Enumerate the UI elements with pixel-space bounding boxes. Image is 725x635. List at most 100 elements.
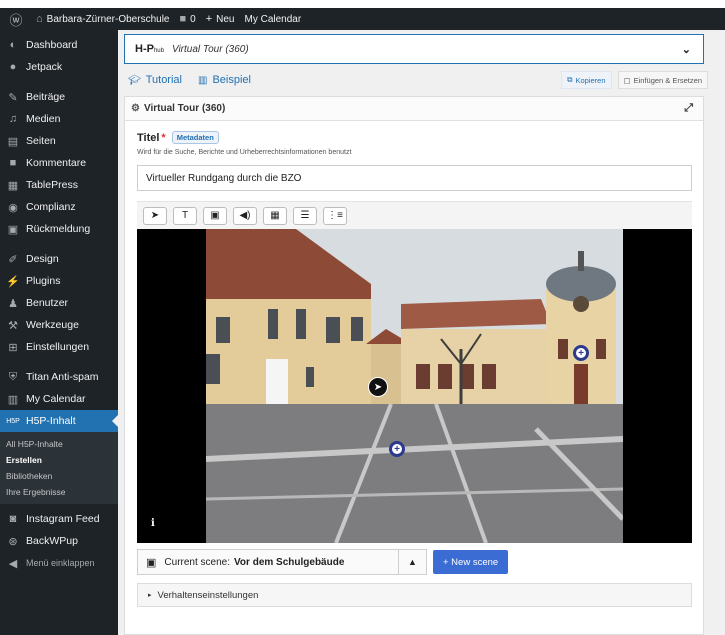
sidebar-item-feedback[interactable]: ▣ Rückmeldung — [0, 218, 118, 240]
pin-icon: ✎ — [8, 91, 18, 104]
sidebar-item-tablepress[interactable]: ▦ TablePress — [0, 174, 118, 196]
brush-icon: ✐ — [8, 253, 18, 266]
chevron-down-icon[interactable]: ⌄ — [682, 43, 691, 56]
collapse-menu-button[interactable]: ◀ Menü einklappen — [0, 552, 118, 574]
settings-icon: ⊞ — [8, 341, 18, 354]
sidebar-item-settings[interactable]: ⊞ Einstellungen — [0, 336, 118, 358]
title-label: Titel — [137, 131, 160, 144]
scene-viewport[interactable]: i + + ➤ — [137, 229, 692, 543]
sidebar-label: BackWPup — [26, 535, 78, 547]
sidebar-item-design[interactable]: ✐ Design — [0, 248, 118, 270]
plus-icon: + — [205, 13, 213, 25]
dashboard-icon: ◐ — [9, 39, 17, 51]
sidebar-item-titan[interactable]: ⛨ Titan Anti-spam — [0, 366, 118, 388]
comments-count: 0 — [190, 13, 196, 25]
info-icon[interactable]: i — [151, 518, 155, 529]
image-tool-icon[interactable]: ▣ — [203, 206, 227, 225]
h5p-icon: H5P — [6, 417, 20, 425]
pages-icon: ▤ — [7, 135, 19, 148]
interaction-hotspot-plus-icon[interactable]: + — [573, 345, 589, 361]
calendar-link[interactable]: My Calendar — [245, 14, 302, 25]
sidebar-item-posts[interactable]: ✎ Beiträge — [0, 86, 118, 108]
behaviour-settings-toggle[interactable]: ▸ Verhaltenseinstellungen — [137, 583, 692, 607]
hub-logo-text: H-P — [135, 43, 154, 55]
example-link[interactable]: ▥ Beispiel — [198, 74, 251, 86]
user-icon: ♟ — [8, 297, 18, 310]
sidebar-item-users[interactable]: ♟ Benutzer — [0, 292, 118, 314]
scene-bar: ▣ Current scene: Vor dem Schulgebäude ▲ … — [137, 549, 692, 575]
fullscreen-icon[interactable]: ⤢ — [684, 102, 693, 115]
media-icon: ♫ — [8, 113, 18, 125]
sidebar-item-backwpup[interactable]: ⊛ BackWPup — [0, 530, 118, 552]
sidebar-item-pages[interactable]: ▤ Seiten — [0, 130, 118, 152]
library-name: Virtual Tour (360) — [171, 43, 249, 55]
editor-panel-header: ⚙ Virtual Tour (360) ⤢ — [125, 97, 703, 121]
sidebar-item-comments[interactable]: ■ Kommentare — [0, 152, 118, 174]
new-content-link[interactable]: + Neu — [206, 13, 235, 25]
title-input[interactable]: Virtueller Rundgang durch die BZO — [137, 165, 692, 191]
sidebar-item-instagram[interactable]: ◙ Instagram Feed — [0, 508, 118, 530]
sidebar-item-tools[interactable]: ⚒ Werkzeuge — [0, 314, 118, 336]
sidebar-label: Medien — [26, 113, 61, 125]
sidebar-label: Benutzer — [26, 297, 69, 309]
tutorial-link[interactable]: 🎓︎ Tutorial — [128, 74, 182, 86]
sidebar-item-calendar[interactable]: ▥ My Calendar — [0, 388, 118, 410]
interaction-hotspot-plus-icon[interactable]: + — [389, 441, 405, 457]
wrench-icon: ⚒ — [8, 319, 18, 332]
paste-label: Einfügen & Ersetzen — [633, 75, 702, 85]
comments-link[interactable]: ■ 0 — [179, 13, 195, 25]
sidebar-label: Kommentare — [26, 157, 87, 169]
complianz-icon: ◉ — [8, 201, 18, 214]
copy-label: Kopieren — [575, 75, 606, 85]
submenu-all-h5p[interactable]: All H5P-Inhalte — [0, 436, 118, 452]
numbered-list-tool-icon[interactable]: ⋮≡ — [323, 206, 347, 225]
image-icon: ▣ — [146, 556, 157, 569]
new-scene-button[interactable]: + New scene — [433, 550, 509, 574]
feedback-icon: ▣ — [7, 223, 19, 236]
sidebar-item-media[interactable]: ♫ Medien — [0, 108, 118, 130]
sidebar-item-dashboard[interactable]: ◐ Dashboard — [0, 34, 118, 56]
sidebar-label: Plugins — [26, 275, 61, 287]
home-icon: ⌂ — [36, 13, 43, 25]
sidebar-label: Instagram Feed — [26, 513, 100, 525]
submenu-libraries[interactable]: Bibliotheken — [0, 468, 118, 484]
sidebar-item-complianz[interactable]: ◉ Complianz — [0, 196, 118, 218]
top-strip — [0, 0, 725, 8]
sidebar-label: Werkzeuge — [26, 319, 79, 331]
text-tool-icon[interactable]: T — [173, 206, 197, 225]
paste-replace-button[interactable]: ▢ Einfügen & Ersetzen — [617, 71, 708, 89]
list-tool-icon[interactable]: ☰ — [293, 206, 317, 225]
scene-selector[interactable]: ▣ Current scene: Vor dem Schulgebäude ▲ — [137, 549, 427, 575]
tutorial-label: Tutorial — [145, 74, 182, 86]
panel-title: Virtual Tour (360) — [143, 103, 226, 114]
wordpress-logo-icon[interactable]: ⓦ — [6, 10, 26, 29]
school-building-illustration — [206, 229, 623, 543]
sidebar-label: My Calendar — [26, 393, 86, 405]
sidebar-item-plugins[interactable]: ⚡ Plugins — [0, 270, 118, 292]
audio-tool-icon[interactable]: ◀) — [233, 206, 257, 225]
metadata-button[interactable]: Metadaten — [171, 131, 219, 144]
behaviour-label: Verhaltenseinstellungen — [157, 589, 259, 601]
comment-icon: ■ — [179, 13, 187, 25]
submenu-create[interactable]: Erstellen — [0, 452, 118, 468]
current-scene-name: Vor dem Schulgebäude — [234, 556, 345, 568]
hub-logo-small: hub — [153, 48, 164, 54]
submenu-results[interactable]: Ihre Ergebnisse — [0, 484, 118, 500]
navigation-arrow-icon[interactable]: ➤ — [368, 377, 388, 397]
content-type-selector[interactable]: H-Phub Virtual Tour (360) ⌄ — [124, 34, 704, 64]
sidebar-item-jetpack[interactable]: ● Jetpack — [0, 56, 118, 78]
video-tool-icon[interactable]: ▦ — [263, 206, 287, 225]
sidebar-label: Titan Anti-spam — [26, 371, 99, 383]
site-name-link[interactable]: ⌂ Barbara-Zürner-Oberschule — [36, 13, 169, 25]
arrow-tool-icon[interactable]: ➤ — [143, 206, 167, 225]
copy-icon: ⧉ — [567, 75, 573, 84]
copy-button[interactable]: ⧉ Kopieren — [561, 71, 612, 89]
sidebar-item-h5p[interactable]: H5P H5P-Inhalt — [0, 410, 118, 432]
scene-photo — [206, 229, 623, 543]
caret-up-icon[interactable]: ▲ — [398, 550, 426, 574]
sidebar-label: H5P-Inhalt — [26, 415, 76, 427]
sidebar-label: TablePress — [26, 179, 78, 191]
example-label: Beispiel — [212, 74, 251, 86]
graduation-cap-icon: 🎓︎ — [128, 74, 141, 86]
table-icon: ▦ — [7, 179, 19, 192]
